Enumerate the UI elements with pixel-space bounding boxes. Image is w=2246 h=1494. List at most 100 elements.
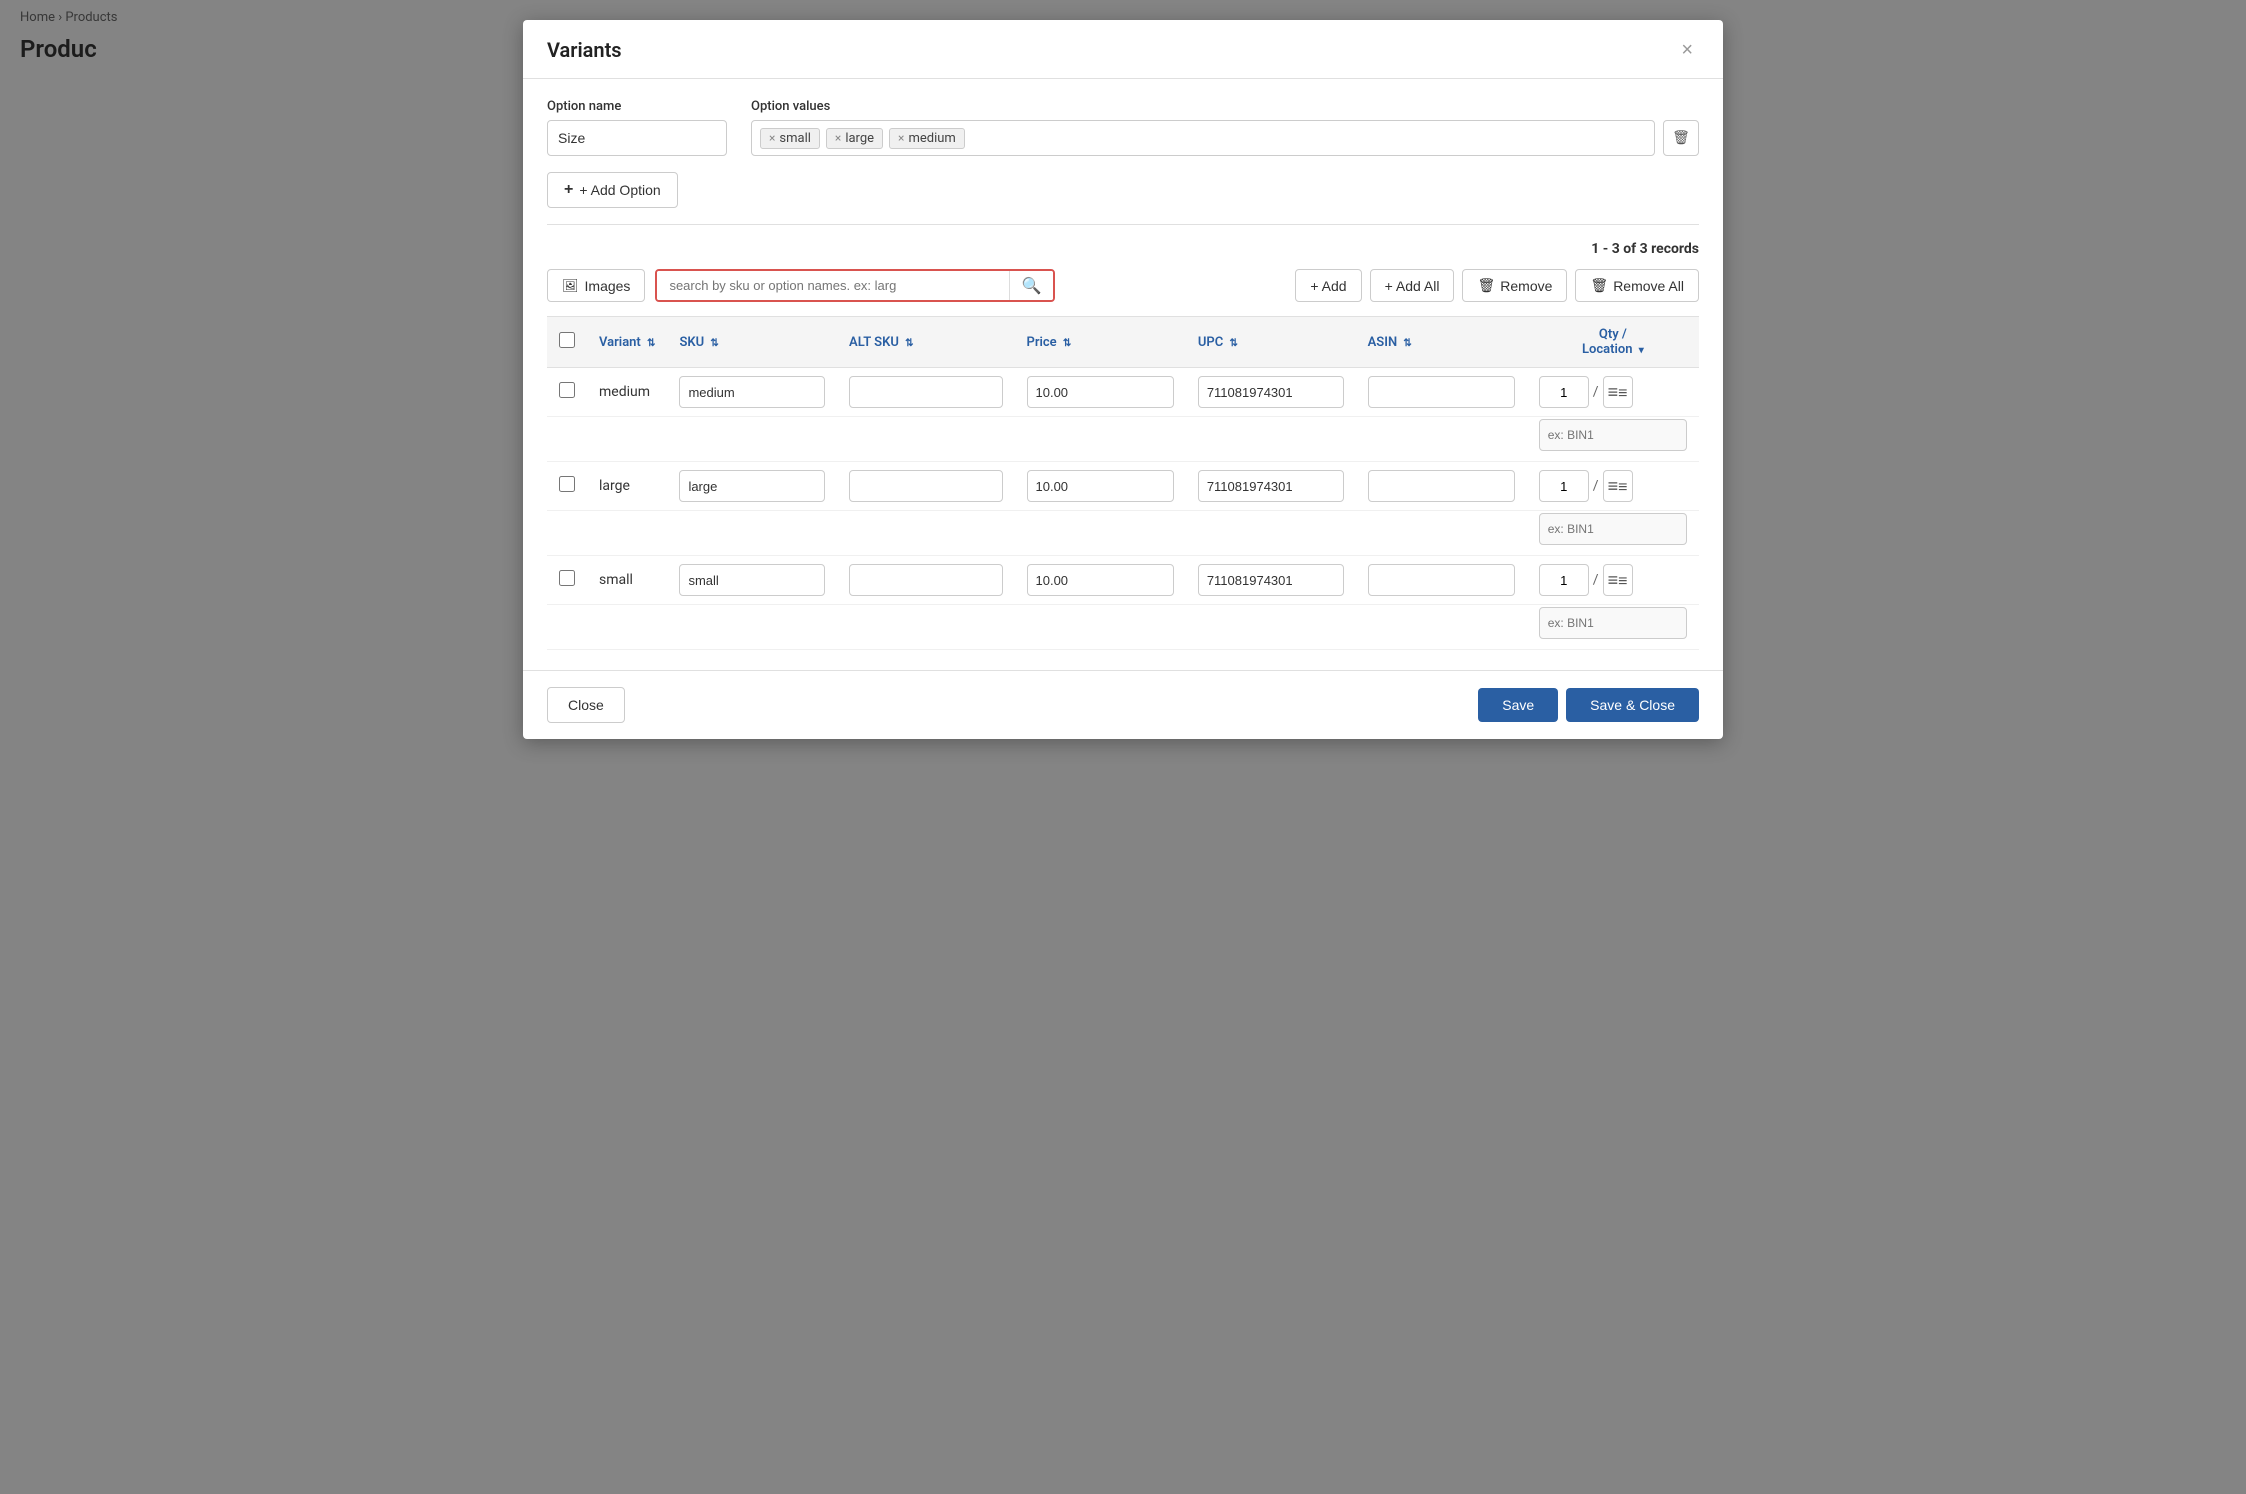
row-large-menu-btn[interactable]: ≡ — [1603, 470, 1633, 502]
save-button[interactable]: Save — [1478, 688, 1558, 722]
option-values-label: Option values — [751, 99, 1699, 114]
row-large-alt-sku-input[interactable] — [849, 470, 1002, 502]
alt-sku-sort-icon: ⇅ — [905, 338, 913, 349]
row-large-price-cell — [1015, 462, 1186, 511]
th-sku[interactable]: SKU ⇅ — [667, 317, 837, 368]
tag-medium-remove[interactable]: × — [898, 131, 904, 145]
row-medium-menu-btn[interactable]: ≡ — [1603, 376, 1633, 408]
remove-button[interactable]: Remove — [1462, 269, 1567, 302]
table-row: medium — [547, 368, 1699, 417]
tag-large-label: large — [845, 131, 874, 146]
tag-small-remove[interactable]: × — [769, 131, 775, 145]
remove-trash-icon — [1477, 277, 1495, 294]
row-large-sku-input[interactable] — [679, 470, 825, 502]
bin-row-large — [547, 511, 1699, 556]
th-qty-location[interactable]: Qty / Location ▾ — [1527, 317, 1699, 368]
table-row: small — [547, 556, 1699, 605]
qty-slash-large: / — [1593, 478, 1599, 494]
bin-small-input[interactable] — [1539, 607, 1687, 639]
th-variant[interactable]: Variant ⇅ — [587, 317, 667, 368]
save-close-button[interactable]: Save & Close — [1566, 688, 1699, 722]
row-large-asin-cell — [1356, 462, 1527, 511]
row-small-variant: small — [587, 556, 667, 605]
modal-title: Variants — [547, 38, 622, 62]
row-large-qty-input[interactable] — [1539, 470, 1589, 502]
th-asin[interactable]: ASIN ⇅ — [1356, 317, 1527, 368]
row-medium-checkbox[interactable] — [559, 382, 575, 398]
bin-large-input[interactable] — [1539, 513, 1687, 545]
variants-table: Variant ⇅ SKU ⇅ ALT SKU ⇅ Price — [547, 316, 1699, 650]
remove-label: Remove — [1500, 278, 1552, 294]
row-large-qty-cell: / ≡ — [1527, 462, 1699, 511]
search-button[interactable]: 🔍 — [1009, 271, 1054, 300]
row-medium-alt-sku-input[interactable] — [849, 376, 1002, 408]
row-medium-sku-input[interactable] — [679, 376, 825, 408]
row-large-checkbox-cell — [547, 462, 587, 511]
row-small-qty-group: / ≡ — [1539, 564, 1687, 596]
row-small-alt-sku-input[interactable] — [849, 564, 1002, 596]
row-large-price-input[interactable] — [1027, 470, 1174, 502]
modal-close-button[interactable]: × — [1675, 38, 1699, 62]
option-values-row: × small × large × medium — [751, 120, 1699, 156]
menu-icon-small: ≡ — [1608, 570, 1628, 591]
menu-icon: ≡ — [1608, 382, 1628, 403]
row-medium-price-input[interactable] — [1027, 376, 1174, 408]
tag-large: × large — [826, 128, 883, 149]
bin-medium-input[interactable] — [1539, 419, 1687, 451]
option-name-input[interactable] — [547, 120, 727, 156]
add-all-button[interactable]: + Add All — [1370, 269, 1455, 302]
row-small-alt-sku-cell — [837, 556, 1014, 605]
qty-sort-icon: ▾ — [1639, 345, 1644, 356]
row-large-upc-input[interactable] — [1198, 470, 1344, 502]
add-button[interactable]: + Add — [1295, 269, 1361, 302]
bin-large-cell — [1527, 511, 1699, 556]
row-medium-upc-cell — [1186, 368, 1356, 417]
search-input[interactable] — [657, 271, 1008, 300]
row-small-price-input[interactable] — [1027, 564, 1174, 596]
th-checkbox — [547, 317, 587, 368]
row-small-qty-input[interactable] — [1539, 564, 1589, 596]
th-upc[interactable]: UPC ⇅ — [1186, 317, 1356, 368]
remove-all-button[interactable]: Remove All — [1575, 269, 1699, 302]
option-values-input[interactable]: × small × large × medium — [751, 120, 1655, 156]
divider — [547, 224, 1699, 225]
row-small-menu-btn[interactable]: ≡ — [1603, 564, 1633, 596]
row-small-asin-input[interactable] — [1368, 564, 1515, 596]
option-name-group: Option name — [547, 99, 727, 156]
row-large-asin-input[interactable] — [1368, 470, 1515, 502]
images-button[interactable]: Images — [547, 269, 645, 302]
row-large-checkbox[interactable] — [559, 476, 575, 492]
table-row: large — [547, 462, 1699, 511]
row-medium-asin-input[interactable] — [1368, 376, 1515, 408]
image-icon — [562, 277, 579, 294]
th-alt-sku[interactable]: ALT SKU ⇅ — [837, 317, 1014, 368]
remove-all-label: Remove All — [1613, 278, 1684, 294]
row-small-upc-input[interactable] — [1198, 564, 1344, 596]
modal-body: Option name Option values × small — [523, 79, 1723, 670]
toolbar-row: Images 🔍 + Add + Add All Remove — [547, 269, 1699, 302]
action-buttons: + Add + Add All Remove Remove All — [1295, 269, 1699, 302]
row-small-sku-input[interactable] — [679, 564, 825, 596]
sku-sort-icon: ⇅ — [710, 338, 718, 349]
th-asin-label: ASIN — [1368, 335, 1398, 350]
footer-right: Save Save & Close — [1478, 688, 1699, 722]
close-button[interactable]: Close — [547, 687, 625, 723]
delete-option-button[interactable] — [1663, 120, 1699, 156]
row-large-sku-cell — [667, 462, 837, 511]
row-small-checkbox[interactable] — [559, 570, 575, 586]
row-large-qty-group: / ≡ — [1539, 470, 1687, 502]
bin-small-cell — [1527, 605, 1699, 650]
th-price-label: Price — [1027, 335, 1057, 350]
tag-large-remove[interactable]: × — [835, 131, 841, 145]
modal-header: Variants × — [523, 20, 1723, 79]
th-upc-label: UPC — [1198, 335, 1223, 350]
th-alt-sku-label: ALT SKU — [849, 335, 899, 350]
th-price[interactable]: Price ⇅ — [1015, 317, 1186, 368]
row-medium-qty-input[interactable] — [1539, 376, 1589, 408]
add-option-button[interactable]: + Add Option — [547, 172, 678, 208]
row-medium-alt-sku-cell — [837, 368, 1014, 417]
select-all-checkbox[interactable] — [559, 332, 575, 348]
row-medium-asin-cell — [1356, 368, 1527, 417]
bin-medium-cell — [1527, 417, 1699, 462]
row-medium-upc-input[interactable] — [1198, 376, 1344, 408]
